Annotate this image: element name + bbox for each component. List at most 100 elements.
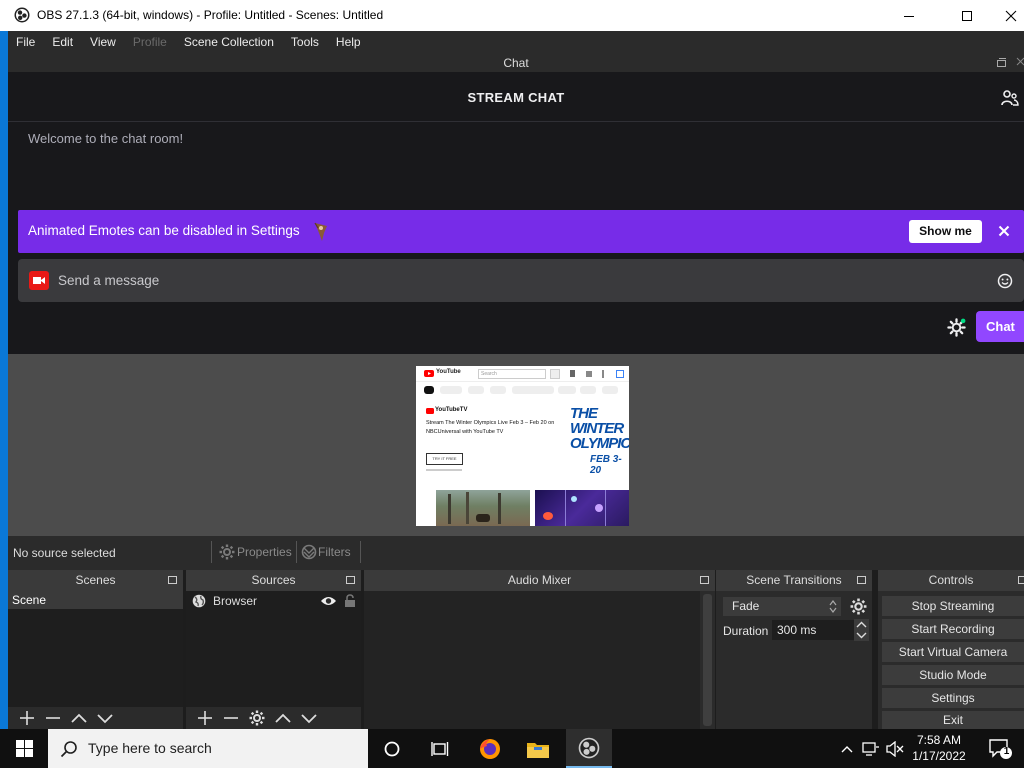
properties-button[interactable]: Properties: [219, 541, 292, 563]
file-explorer-icon[interactable]: [516, 729, 560, 768]
window-title: OBS 27.1.3 (64-bit, windows) - Profile: …: [37, 8, 384, 22]
scene-transitions-dock: Scene Transitions Fade Duration 300 ms: [716, 570, 872, 729]
apps-icon: [586, 371, 592, 377]
chat-send-button[interactable]: Chat: [976, 311, 1024, 342]
winter-olympics-dates: FEB 3-20: [590, 454, 622, 476]
notifications-button[interactable]: 1: [980, 729, 1020, 768]
controls-dock: Controls Stop Streaming Start Recording …: [878, 570, 1024, 729]
start-button[interactable]: [0, 729, 48, 768]
scene-transitions-title: Scene Transitions: [746, 573, 842, 587]
move-up-icon[interactable]: [270, 708, 296, 728]
preview-area[interactable]: YouTube Search YouTubeTV Stream The Wint…: [8, 354, 1024, 536]
close-window-button[interactable]: [988, 0, 1024, 31]
task-view-icon[interactable]: [418, 729, 462, 768]
stream-chat-panel: STREAM CHAT Welcome to the chat room! An…: [8, 72, 1024, 354]
youtube-logo-text: YouTube: [436, 369, 461, 375]
properties-label: Properties: [237, 545, 292, 559]
stop-streaming-button[interactable]: Stop Streaming: [882, 596, 1024, 616]
exit-button[interactable]: Exit: [882, 711, 1024, 729]
sources-dock-header: Sources: [186, 570, 361, 591]
promo-subtext: [426, 469, 462, 471]
float-dock-icon[interactable]: [997, 58, 1006, 67]
chat-settings-icon[interactable]: [947, 318, 966, 337]
menu-tools[interactable]: Tools: [291, 35, 319, 49]
float-dock-icon[interactable]: [346, 576, 355, 584]
filter-icon: [301, 544, 317, 560]
menu-scene-collection[interactable]: Scene Collection: [184, 35, 274, 49]
sign-in-icon: [616, 370, 624, 378]
community-users-icon[interactable]: [1001, 90, 1019, 106]
windows-taskbar: Type here to search 7:58 AM 1/17/2022 1: [0, 729, 1024, 768]
minimize-button[interactable]: [886, 0, 932, 31]
source-item[interactable]: Browser: [186, 591, 361, 611]
mic-icon: [570, 370, 575, 377]
eye-visibility-icon[interactable]: [320, 595, 337, 607]
lock-icon[interactable]: [344, 594, 356, 608]
menu-file[interactable]: File: [16, 35, 35, 49]
message-input[interactable]: Send a message: [18, 259, 1024, 302]
taskbar-search-box[interactable]: Type here to search: [48, 729, 368, 768]
scenes-list[interactable]: Scene: [8, 591, 183, 707]
volume-muted-icon[interactable]: [884, 729, 906, 768]
sources-list[interactable]: Browser: [186, 591, 361, 707]
audio-mixer-title: Audio Mixer: [507, 573, 572, 587]
youtube-search-box: Search: [478, 369, 546, 379]
dismiss-banner-icon[interactable]: [998, 225, 1010, 237]
settings-button[interactable]: Settings: [882, 688, 1024, 708]
add-source-icon[interactable]: [192, 708, 218, 728]
duration-stepper[interactable]: [854, 619, 869, 641]
close-dock-icon[interactable]: [1016, 57, 1024, 66]
network-icon[interactable]: [860, 729, 882, 768]
scenes-dock: Scenes Scene: [8, 570, 183, 729]
source-status: No source selected: [13, 546, 116, 560]
float-dock-icon[interactable]: [700, 576, 709, 584]
scene-transitions-header: Scene Transitions: [716, 570, 872, 591]
emote-picker-icon[interactable]: [997, 273, 1013, 289]
start-recording-button[interactable]: Start Recording: [882, 619, 1024, 639]
search-placeholder: Type here to search: [88, 740, 212, 756]
float-dock-icon[interactable]: [857, 576, 866, 584]
float-dock-icon[interactable]: [1018, 576, 1024, 584]
remove-scene-icon[interactable]: [40, 708, 66, 728]
sources-title: Sources: [251, 573, 296, 587]
scenes-title: Scenes: [75, 573, 116, 587]
scene-item[interactable]: Scene: [8, 591, 183, 609]
more-icon: [602, 370, 604, 378]
move-down-icon[interactable]: [296, 708, 322, 728]
transition-settings-icon[interactable]: [850, 598, 867, 615]
animated-emotes-banner: Animated Emotes can be disabled in Setti…: [18, 210, 1024, 253]
title-bar: OBS 27.1.3 (64-bit, windows) - Profile: …: [0, 0, 1024, 31]
audio-mixer-area: [364, 591, 700, 729]
emote-icon: [312, 221, 330, 242]
firefox-icon[interactable]: [468, 729, 512, 768]
move-down-icon[interactable]: [92, 708, 118, 728]
show-hidden-icons[interactable]: [838, 729, 856, 768]
add-scene-icon[interactable]: [14, 708, 40, 728]
duration-input[interactable]: 300 ms: [772, 620, 854, 640]
float-dock-icon[interactable]: [168, 576, 177, 584]
menu-view[interactable]: View: [90, 35, 116, 49]
youtube-chip-bar: [424, 386, 624, 396]
menu-edit[interactable]: Edit: [52, 35, 73, 49]
youtube-search-button: [550, 369, 560, 379]
transition-select[interactable]: Fade: [723, 597, 841, 616]
show-me-button[interactable]: Show me: [909, 220, 982, 243]
cortana-icon[interactable]: [370, 729, 414, 768]
menu-help[interactable]: Help: [336, 35, 361, 49]
sources-dock: Sources Browser: [186, 570, 361, 729]
menu-profile: Profile: [132, 35, 167, 49]
start-virtual-camera-button[interactable]: Start Virtual Camera: [882, 642, 1024, 662]
remove-source-icon[interactable]: [218, 708, 244, 728]
maximize-button[interactable]: [944, 0, 990, 31]
message-placeholder: Send a message: [58, 273, 160, 288]
gear-icon: [219, 544, 235, 560]
mixer-scrollbar[interactable]: [703, 594, 712, 726]
studio-mode-button[interactable]: Studio Mode: [882, 665, 1024, 685]
filters-button[interactable]: Filters: [301, 541, 351, 563]
taskbar-clock[interactable]: 7:58 AM 1/17/2022: [905, 732, 973, 764]
updown-arrows-icon: [829, 600, 837, 613]
move-up-icon[interactable]: [66, 708, 92, 728]
sources-toolbar: [186, 707, 361, 729]
obs-taskbar-icon[interactable]: [566, 729, 612, 768]
source-properties-icon[interactable]: [244, 708, 270, 728]
